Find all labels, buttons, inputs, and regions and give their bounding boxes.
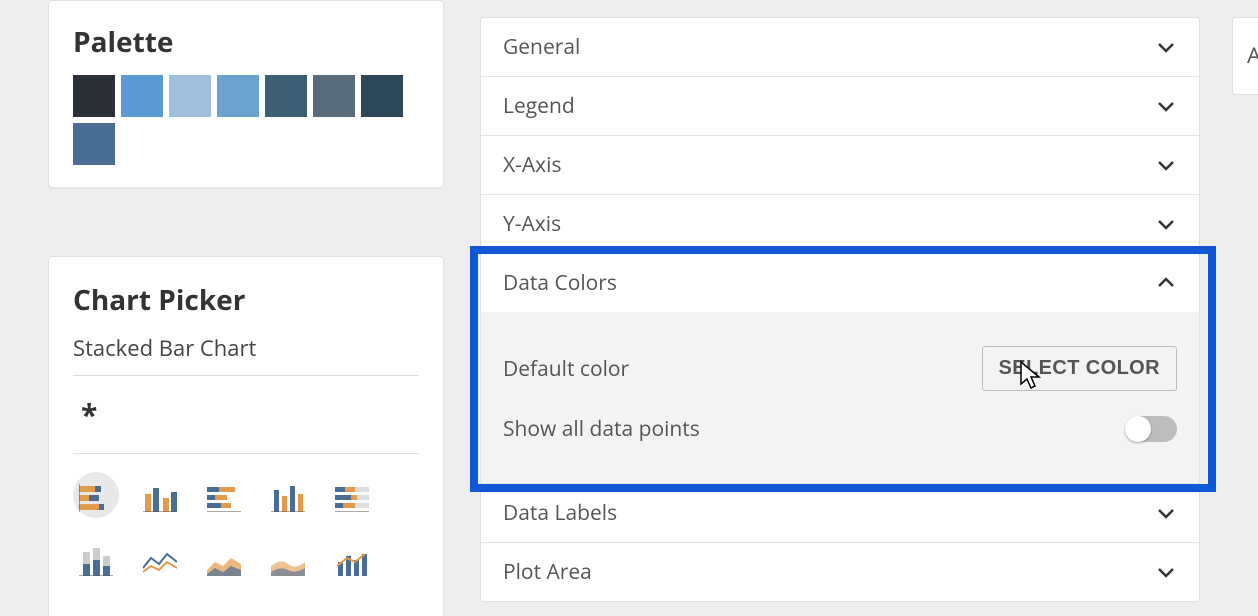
chevron-down-icon [1155,154,1177,176]
show-all-data-points-toggle[interactable] [1125,416,1177,442]
chart-thumb-100-stacked-h[interactable] [329,472,375,518]
acc-data-labels-label: Data Labels [503,499,617,527]
swatch-3[interactable] [217,75,259,117]
chart-thumb-bar-v[interactable] [265,472,311,518]
palette-panel: Palette [48,0,444,188]
show-all-data-points-label: Show all data points [503,415,700,443]
swatch-4[interactable] [265,75,307,117]
acc-legend[interactable]: Legend [481,77,1199,135]
right-panel-sliver: A [1232,17,1258,95]
settings-accordion: General Legend X-Axis Y-Axis Data Co [480,17,1200,602]
acc-plot-area[interactable]: Plot Area [481,543,1199,601]
chart-thumb-area[interactable] [201,536,247,582]
acc-legend-label: Legend [503,92,575,120]
swatch-1[interactable] [121,75,163,117]
acc-data-labels[interactable]: Data Labels [481,484,1199,542]
chart-picker-title: Chart Picker [73,281,419,319]
acc-y-axis-label: Y-Axis [503,210,561,238]
acc-general[interactable]: General [481,18,1199,76]
default-color-label: Default color [503,355,629,383]
chevron-down-icon [1155,561,1177,583]
chart-thumbs [73,472,419,616]
chart-thumb-line[interactable] [137,536,183,582]
chart-thumb-waterfall[interactable] [73,600,119,616]
chevron-down-icon [1155,36,1177,58]
chart-thumb-clustered-bar-v[interactable] [137,472,183,518]
chart-picker-subtitle: Stacked Bar Chart [73,333,419,363]
chart-thumb-stacked-bar-h-2[interactable] [201,472,247,518]
palette-title: Palette [73,23,419,61]
acc-x-axis[interactable]: X-Axis [481,136,1199,194]
swatch-2[interactable] [169,75,211,117]
acc-x-axis-label: X-Axis [503,151,561,179]
divider [73,375,419,376]
toggle-knob [1125,416,1151,442]
swatch-0[interactable] [73,75,115,117]
chevron-up-icon [1155,272,1177,294]
chart-thumb-bar-v-alt[interactable] [137,600,183,616]
chevron-down-icon [1155,95,1177,117]
select-color-button[interactable]: SELECT COLOR [982,346,1177,391]
acc-data-colors-body: Default color SELECT COLOR Show all data… [481,312,1199,483]
chart-thumb-combo[interactable] [329,536,375,582]
chevron-down-icon [1155,502,1177,524]
chart-thumb-area-stacked[interactable] [265,536,311,582]
acc-general-label: General [503,33,580,61]
swatch-5[interactable] [313,75,355,117]
chart-thumb-stacked-bar-v[interactable] [73,536,119,582]
chevron-down-icon [1155,213,1177,235]
chart-preset-star[interactable]: * [73,394,419,441]
swatch-6[interactable] [361,75,403,117]
palette-swatches [73,75,419,165]
chart-picker-panel: Chart Picker Stacked Bar Chart * [48,256,444,616]
acc-data-colors-label: Data Colors [503,269,617,297]
right-panel-letter: A [1247,40,1258,70]
acc-y-axis[interactable]: Y-Axis [481,195,1199,253]
acc-plot-area-label: Plot Area [503,558,592,586]
acc-data-colors[interactable]: Data Colors [481,254,1199,312]
swatch-7[interactable] [73,123,115,165]
chart-thumb-stacked-bar-h[interactable] [73,472,119,518]
divider [73,453,419,454]
